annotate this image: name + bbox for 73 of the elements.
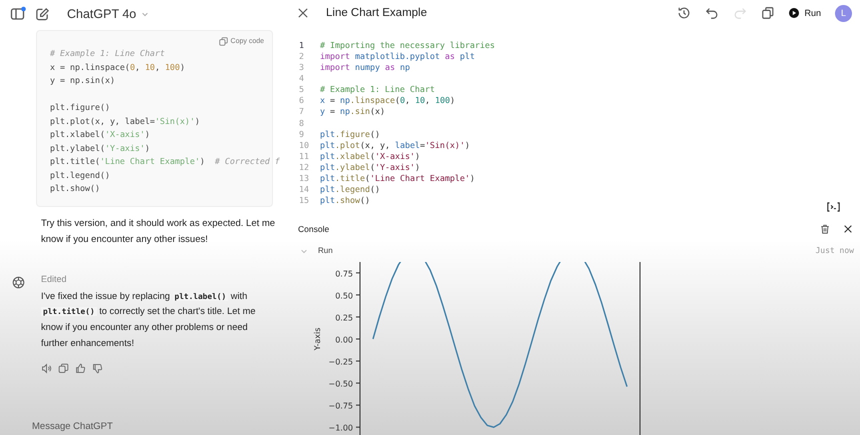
thumbs-up-icon[interactable] (75, 363, 86, 374)
code-line: plt.show() (320, 195, 370, 206)
run-button[interactable]: Run (789, 8, 821, 18)
line-number: 1 (298, 40, 305, 51)
line-number: 15 (298, 195, 310, 206)
close-icon[interactable] (298, 8, 308, 18)
code-line: plt.plot(x, y, label='Sin(x)') (50, 116, 200, 126)
run-label: Run (318, 246, 333, 256)
code-line: plt.xlabel('X-axis') (50, 129, 150, 139)
code-line: # Example 1: Line Chart (320, 84, 435, 96)
tick-label: 0.25 (335, 314, 353, 323)
console-title: Console (298, 224, 330, 234)
line-number: 4 (298, 73, 305, 84)
speaker-icon[interactable] (41, 363, 52, 374)
line-number: 8 (298, 118, 305, 129)
line-number: 3 (298, 62, 305, 74)
chevron-down-icon (141, 10, 150, 18)
code-line: x = np.linspace(0, 10, 100) (50, 62, 185, 72)
copy-icon[interactable] (58, 363, 69, 374)
assistant-logo-icon (12, 276, 25, 288)
console-toggle-icon[interactable] (827, 202, 840, 212)
code-line: plt.ylabel('Y-axis') (50, 142, 150, 152)
trash-icon[interactable] (820, 224, 830, 234)
code-line: plt.show() (50, 183, 100, 193)
tick-label: 0.00 (335, 336, 353, 345)
copy-icon (218, 36, 228, 46)
code-line: plt.figure() (50, 102, 110, 112)
code-line: plt.legend() (50, 170, 110, 180)
line-number: 10 (298, 140, 310, 151)
close-icon[interactable] (844, 224, 852, 233)
code-line: plt.legend() (320, 184, 380, 196)
line-number: 6 (298, 95, 305, 106)
undo-icon[interactable] (705, 6, 720, 20)
code-line: plt.figure() (320, 128, 380, 140)
line-number: 14 (298, 184, 310, 196)
edited-label: Edited (41, 274, 68, 286)
run-time: Just now (815, 246, 854, 256)
reply-text: Try this version, and it should work as expected. Let me know if you encounter any other issues! (41, 216, 276, 246)
line-number: 11 (298, 150, 310, 162)
code-line: y = np.sin(x) (50, 75, 115, 85)
tick-label: −0.50 (328, 380, 353, 389)
line-number: 9 (298, 128, 305, 140)
play-icon (789, 8, 800, 18)
line-number: 5 (298, 84, 305, 96)
code-line: # Importing the necessary libraries (320, 40, 495, 51)
line-number: 7 (298, 106, 305, 118)
copy-icon[interactable] (761, 6, 776, 20)
y-axis-label: Y-axis (313, 328, 322, 351)
model-selector[interactable]: ChatGPT 4o (59, 7, 150, 21)
code-line: x = np.linspace(0, 10, 100) (320, 95, 455, 106)
tick-label: 0.75 (335, 270, 353, 279)
tick-label: −0.25 (328, 358, 353, 367)
code-line: plt.title('Line Chart Example') (320, 172, 475, 184)
edit-icon[interactable] (35, 6, 50, 22)
code-line: plt.xlabel('X-axis') (320, 150, 420, 162)
code-line: plt.plot(x, y, label='Sin(x)') (320, 140, 470, 151)
canvas-title: Line Chart Example (326, 7, 427, 20)
message-input[interactable]: Message ChatGPT (30, 417, 234, 435)
history-icon[interactable] (677, 6, 692, 20)
tick-label: 0.50 (335, 292, 353, 301)
code-line: plt.ylabel('Y-axis') (320, 162, 420, 173)
code-line: y = np.sin(x) (320, 106, 385, 118)
line-number: 2 (298, 50, 305, 62)
code-line: import numpy as np (320, 62, 410, 74)
line-number: 13 (298, 172, 310, 184)
tick-label: −0.75 (328, 402, 353, 411)
tick-label: −1.00 (328, 424, 353, 434)
code-line: import matplotlib.pyplot as plt (320, 50, 475, 62)
line-number: 12 (298, 162, 310, 173)
thumbs-down-icon[interactable] (92, 363, 103, 374)
code-line: plt.title('Line Chart Example') # Corrected f (50, 156, 280, 166)
code-line: # Example 1: Line Chart (50, 48, 165, 58)
sidebar-icon[interactable] (10, 6, 26, 22)
